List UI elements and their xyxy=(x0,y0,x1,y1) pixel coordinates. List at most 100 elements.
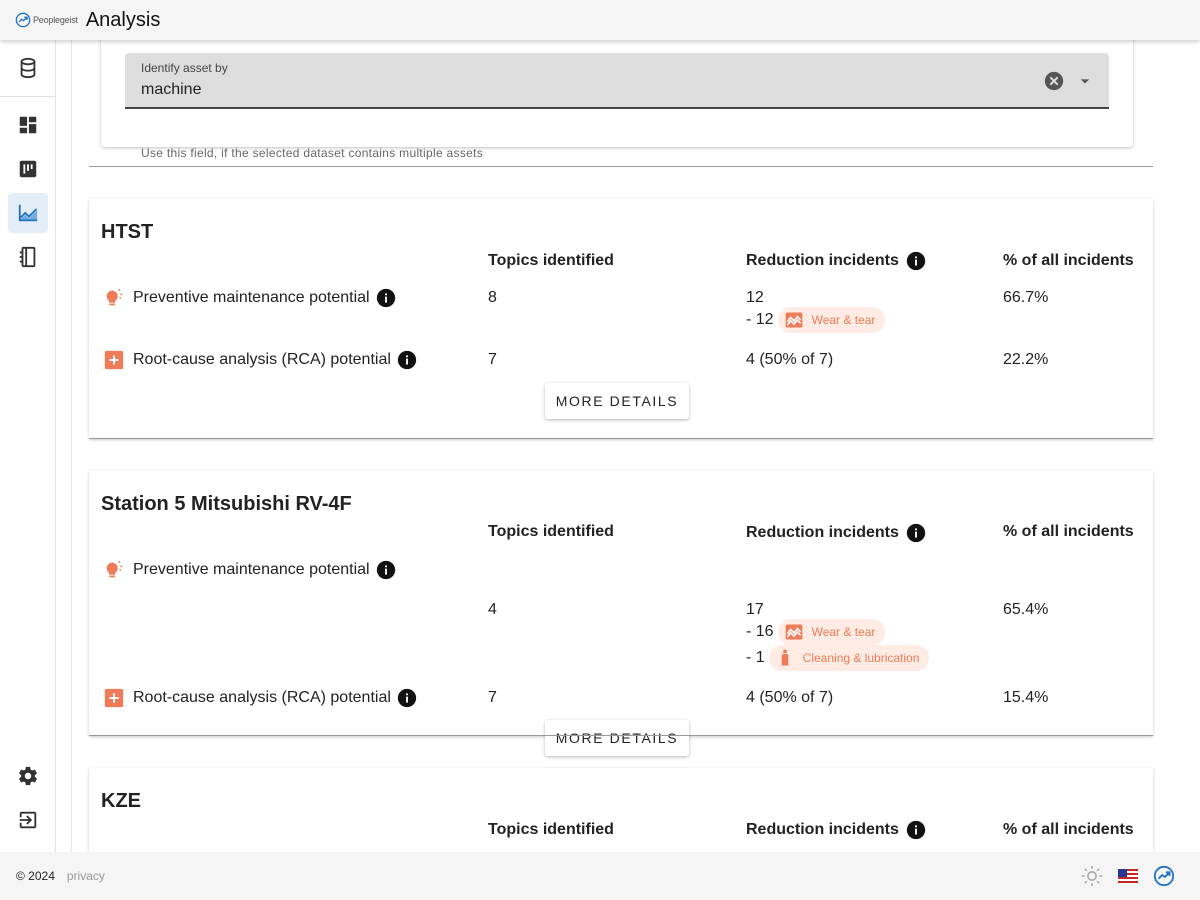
us-flag-icon xyxy=(1118,869,1138,883)
row-preventive-maintenance: Preventive maintenance potential xyxy=(103,559,397,581)
asset-title: KZE xyxy=(101,790,141,812)
row-preventive-maintenance: Preventive maintenance potential xyxy=(103,287,397,309)
section-divider xyxy=(89,166,1153,167)
sun-icon xyxy=(1081,865,1103,887)
brand[interactable]: Peoplegeist xyxy=(15,12,78,28)
select-hint: Use this field, if the selected dataset … xyxy=(141,146,484,160)
section-divider xyxy=(89,438,1153,439)
row-label-text: Root-cause analysis (RCA) potential xyxy=(133,351,391,368)
rca-percent-value: 22.2% xyxy=(1003,351,1049,368)
wave-chart-icon xyxy=(785,624,802,640)
main-content: Identify asset by machine Use this field… xyxy=(71,40,1183,852)
col-topics-identified: Topics identified xyxy=(488,523,614,540)
breakdown-count: - 16 xyxy=(746,623,774,640)
pm-reduction-breakdown: - 16 Wear & tear xyxy=(746,619,929,645)
notebook-icon xyxy=(19,246,36,268)
col-reduction-incidents: Reduction incidents xyxy=(746,819,927,841)
rca-reduction-value: 4 (50% of 7) xyxy=(746,689,834,706)
top-bar: Peoplegeist Analysis xyxy=(0,0,1200,40)
row-label-text: Preventive maintenance potential xyxy=(133,289,370,306)
footer: © 2024 privacy xyxy=(0,852,1200,900)
asset-card-htst: HTST Topics identified Reduction inciden… xyxy=(89,199,1153,439)
col-percent-incidents: % of all incidents xyxy=(1003,821,1134,838)
identify-asset-select[interactable]: Identify asset by machine xyxy=(125,53,1109,109)
select-value: machine xyxy=(141,81,202,98)
add-box-icon xyxy=(104,688,124,708)
pm-topics-value: 8 xyxy=(488,289,497,306)
row-label-text: Preventive maintenance potential xyxy=(133,561,370,578)
pm-percent-value: 66.7% xyxy=(1003,289,1049,306)
col-topics-identified: Topics identified xyxy=(488,252,614,269)
rca-topics-value: 7 xyxy=(488,351,497,368)
sidebar-item-datasets[interactable] xyxy=(8,48,48,88)
sidebar-item-logout[interactable] xyxy=(8,800,48,840)
asset-card-kze: KZE Topics identified Reduction incident… xyxy=(89,768,1153,852)
sidebar-item-dashboard[interactable] xyxy=(8,105,48,145)
row-root-cause-analysis: Root-cause analysis (RCA) potential xyxy=(103,687,418,709)
sidebar-item-board[interactable] xyxy=(8,149,48,189)
info-icon[interactable] xyxy=(396,349,418,371)
asset-title: HTST xyxy=(101,221,154,243)
copyright: © 2024 xyxy=(16,869,55,883)
pm-reduction-breakdown: - 12 Wear & tear xyxy=(746,307,886,333)
col-percent-incidents: % of all incidents xyxy=(1003,252,1134,269)
theme-toggle-button[interactable] xyxy=(1080,864,1104,888)
info-icon[interactable] xyxy=(396,687,418,709)
sidebar-item-analysis[interactable] xyxy=(8,193,48,233)
sidebar-divider xyxy=(0,96,56,97)
dashboard-icon xyxy=(19,116,37,134)
info-icon[interactable] xyxy=(375,287,397,309)
pm-percent-value: 65.4% xyxy=(1003,601,1049,618)
pm-reduction-cell: 12 - 12 Wear & tear xyxy=(746,289,886,333)
gear-icon xyxy=(19,766,37,786)
lightbulb-icon xyxy=(106,288,123,306)
tag-label: Cleaning & lubrication xyxy=(802,651,920,665)
col-reduction-incidents: Reduction incidents xyxy=(746,522,927,544)
more-details-button[interactable]: MORE DETAILS xyxy=(545,383,689,419)
info-icon[interactable] xyxy=(905,819,927,841)
col-topics-identified: Topics identified xyxy=(488,821,614,838)
app-logo-button[interactable] xyxy=(1152,864,1176,888)
footer-actions xyxy=(1068,864,1176,888)
clear-icon[interactable] xyxy=(1043,70,1065,92)
info-icon[interactable] xyxy=(905,522,927,544)
rca-reduction-value: 4 (50% of 7) xyxy=(746,351,834,368)
sidebar xyxy=(0,40,56,852)
brand-logo-icon xyxy=(15,12,31,28)
breakdown-count: - 1 xyxy=(746,649,765,666)
row-root-cause-analysis: Root-cause analysis (RCA) potential xyxy=(103,349,418,371)
col-reduction-incidents: Reduction incidents xyxy=(746,250,927,272)
tag-chip[interactable]: Wear & tear xyxy=(777,307,886,333)
sidebar-item-settings[interactable] xyxy=(8,756,48,796)
tag-label: Wear & tear xyxy=(811,625,876,639)
language-button[interactable] xyxy=(1116,864,1140,888)
oil-bottle-icon xyxy=(781,649,789,666)
info-icon[interactable] xyxy=(905,250,927,272)
sidebar-item-notebook[interactable] xyxy=(8,237,48,277)
database-icon xyxy=(20,57,36,79)
row-label-text: Root-cause analysis (RCA) potential xyxy=(133,689,391,706)
col-percent-incidents: % of all incidents xyxy=(1003,523,1134,540)
col-reduction-label: Reduction incidents xyxy=(746,821,899,838)
asset-card-station-5: Station 5 Mitsubishi RV-4F Topics identi… xyxy=(89,471,1153,756)
privacy-link[interactable]: privacy xyxy=(67,869,105,883)
pm-reduction-cell: 17 - 16 Wear & tear - 1 Cleaning & lubri… xyxy=(746,601,930,671)
lightbulb-icon xyxy=(106,560,123,578)
tag-chip[interactable]: Cleaning & lubrication xyxy=(768,645,930,671)
page-title: Analysis xyxy=(85,8,161,31)
dropdown-arrow-icon[interactable] xyxy=(1075,71,1095,91)
more-details-button[interactable]: MORE DETAILS xyxy=(545,720,689,756)
col-reduction-label: Reduction incidents xyxy=(746,252,899,269)
breakdown-count: - 12 xyxy=(746,311,774,328)
trend-logo-icon xyxy=(1153,865,1175,887)
select-label: Identify asset by xyxy=(141,61,228,75)
info-icon[interactable] xyxy=(375,559,397,581)
logout-icon xyxy=(19,811,37,829)
tag-chip[interactable]: Wear & tear xyxy=(777,619,886,645)
board-icon xyxy=(19,160,37,178)
asset-selector-card: Identify asset by machine Use this field… xyxy=(101,40,1133,160)
wave-chart-icon xyxy=(785,312,802,328)
pm-reduction-total: 12 xyxy=(746,289,764,306)
rca-percent-value: 15.4% xyxy=(1003,689,1049,706)
pm-reduction-total: 17 xyxy=(746,601,764,618)
